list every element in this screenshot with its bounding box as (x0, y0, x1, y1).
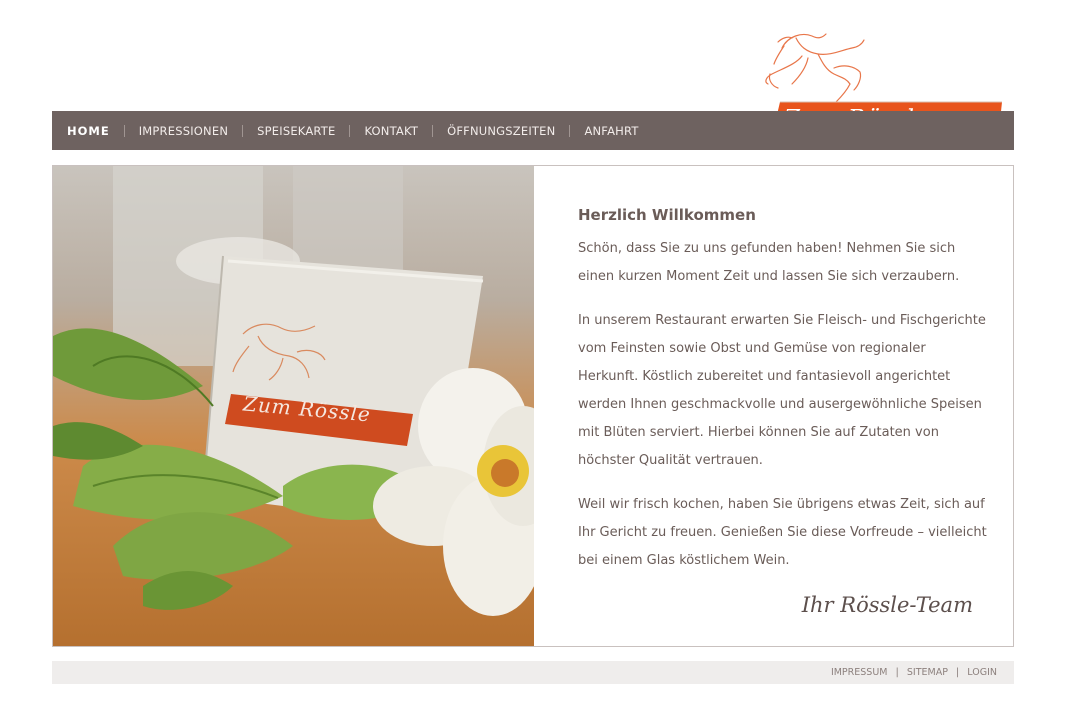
footer-separator: | (895, 667, 899, 678)
content-panel: Zum Rössle Herzlich Willkommen Schön, da… (52, 165, 1014, 647)
nav-item-kontakt[interactable]: KONTAKT (364, 124, 418, 138)
nav-menu: HOME IMPRESSIONEN SPEISEKARTE KONTAKT ÖF… (67, 111, 639, 150)
team-signature: Ihr Rössle-Team (801, 593, 973, 617)
welcome-paragraph-3: Weil wir frisch kochen, haben Sie übrige… (578, 497, 987, 568)
footer-link-login[interactable]: LOGIN (967, 667, 997, 678)
footer-link-sitemap[interactable]: SITEMAP (907, 667, 948, 678)
main-navigation: HOME IMPRESSIONEN SPEISEKARTE KONTAKT ÖF… (52, 111, 1014, 150)
nav-item-oeffnungszeiten[interactable]: ÖFFNUNGSZEITEN (447, 124, 555, 138)
page-title: Herzlich Willkommen (578, 206, 756, 224)
welcome-paragraph-2: In unserem Restaurant erwarten Sie Fleis… (578, 313, 986, 468)
footer-link-impressum[interactable]: IMPRESSUM (831, 667, 888, 678)
welcome-text: Herzlich Willkommen Schön, dass Sie zu u… (578, 206, 988, 591)
welcome-paragraph-1: Schön, dass Sie zu uns gefunden haben! N… (578, 241, 960, 284)
nav-item-anfahrt[interactable]: ANFAHRT (584, 124, 638, 138)
nav-item-speisekarte[interactable]: SPEISEKARTE (257, 124, 335, 138)
restaurant-photo: Zum Rössle (53, 166, 534, 646)
nav-item-home[interactable]: HOME (67, 124, 110, 138)
footer-links: IMPRESSUM | SITEMAP | LOGIN (831, 667, 997, 678)
footer-bar: IMPRESSUM | SITEMAP | LOGIN (52, 661, 1014, 684)
nav-item-impressionen[interactable]: IMPRESSIONEN (139, 124, 228, 138)
footer-separator: | (955, 667, 960, 678)
